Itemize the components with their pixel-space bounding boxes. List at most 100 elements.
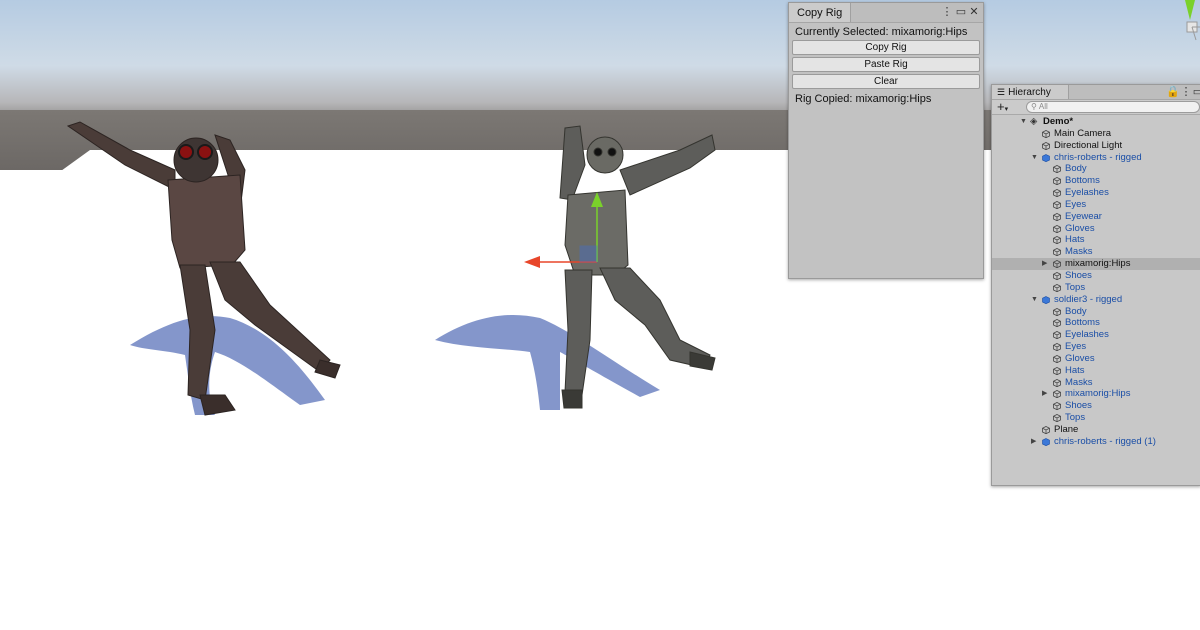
tree-item-label: Body: [1065, 305, 1087, 317]
tree-item[interactable]: Main Camera: [992, 128, 1200, 140]
tree-item[interactable]: Body: [992, 163, 1200, 175]
gameobject-cube-icon: [1053, 343, 1061, 352]
tree-item[interactable]: Eyelashes: [992, 187, 1200, 199]
gameobject-cube-icon: [1053, 319, 1061, 328]
gameobject-cube-icon: [1053, 414, 1061, 423]
gameobject-cube-icon: [1053, 366, 1061, 375]
tree-item-prefab[interactable]: ▼ chris-roberts - rigged: [992, 152, 1200, 164]
tree-item-label: Plane: [1054, 423, 1079, 435]
expand-arrow-icon[interactable]: ▼: [1020, 116, 1027, 128]
tree-item-label: Directional Light: [1054, 139, 1123, 151]
tree-item-label: Eyewear: [1065, 210, 1102, 222]
tree-item-label: Masks: [1065, 376, 1093, 388]
gameobject-cube-icon: [1053, 260, 1061, 269]
tree-item[interactable]: ▶ mixamorig:Hips: [992, 388, 1200, 400]
tree-item[interactable]: Hats: [992, 234, 1200, 246]
tree-item-label: Bottoms: [1065, 317, 1100, 329]
tree-item-label: Eyes: [1065, 198, 1087, 210]
tree-item-selected[interactable]: ▶ mixamorig:Hips: [992, 258, 1200, 270]
tree-item[interactable]: Bottoms: [992, 175, 1200, 187]
unity-scene-icon: ◈: [1030, 116, 1038, 127]
scene-orientation-gizmo[interactable]: [1160, 0, 1200, 70]
scene-row-demo[interactable]: ▼ ◈ Demo*: [992, 116, 1200, 128]
lock-icon[interactable]: 🔒: [1166, 86, 1180, 98]
tree-item[interactable]: Shoes: [992, 400, 1200, 412]
hierarchy-list-icon: ☰: [997, 87, 1006, 97]
tree-item[interactable]: Masks: [992, 377, 1200, 389]
more-options-icon[interactable]: ⋮: [1180, 86, 1192, 98]
collapse-arrow-icon[interactable]: ▶: [1031, 436, 1036, 448]
tree-item[interactable]: Body: [992, 306, 1200, 318]
gameobject-cube-icon: [1042, 425, 1050, 434]
copy-rig-window[interactable]: Copy Rig ⋮ ▭ ✕ Currently Selected: mixam…: [788, 2, 984, 279]
maximize-icon[interactable]: ▭: [1192, 86, 1200, 98]
tree-item[interactable]: Eyes: [992, 341, 1200, 353]
hierarchy-tree: ▼ ◈ Demo* Main Camera Directional Light …: [992, 115, 1200, 448]
tree-item[interactable]: Shoes: [992, 270, 1200, 282]
copy-rig-titlebar[interactable]: Copy Rig ⋮ ▭ ✕: [789, 3, 983, 23]
gameobject-cube-icon: [1053, 165, 1061, 174]
tree-item-label: Eyes: [1065, 341, 1087, 353]
hierarchy-tab-label: Hierarchy: [1008, 87, 1051, 98]
tree-item-label: Bottoms: [1065, 175, 1100, 187]
gameobject-cube-icon: [1053, 236, 1061, 245]
gameobject-cube-icon: [1053, 283, 1061, 292]
tree-item-label: Shoes: [1065, 400, 1092, 412]
tree-item[interactable]: Eyelashes: [992, 329, 1200, 341]
gameobject-cube-icon: [1053, 354, 1061, 363]
tree-item[interactable]: Gloves: [992, 223, 1200, 235]
tree-item-label: chris-roberts - rigged: [1054, 151, 1142, 163]
tree-item-prefab[interactable]: ▶ chris-roberts - rigged (1): [992, 436, 1200, 448]
hierarchy-titlebar[interactable]: ☰ Hierarchy 🔒 ⋮ ▭: [992, 85, 1200, 100]
gameobject-cube-icon: [1042, 141, 1050, 150]
copy-rig-tab[interactable]: Copy Rig: [789, 3, 852, 22]
tree-item-label: mixamorig:Hips: [1065, 258, 1131, 270]
tree-item[interactable]: Eyewear: [992, 211, 1200, 223]
tree-item-label: Hats: [1065, 234, 1085, 246]
tree-item-label: Eyelashes: [1065, 187, 1109, 199]
collapse-arrow-icon[interactable]: ▶: [1042, 258, 1047, 270]
tree-item-label: Tops: [1065, 281, 1086, 293]
tree-item[interactable]: Tops: [992, 282, 1200, 294]
collapse-arrow-icon[interactable]: ▶: [1042, 388, 1047, 400]
tree-item-label: soldier3 - rigged: [1054, 293, 1123, 305]
tree-item-label: Body: [1065, 163, 1087, 175]
tree-item[interactable]: Directional Light: [992, 140, 1200, 152]
paste-rig-button[interactable]: Paste Rig: [792, 57, 980, 72]
currently-selected-label: Currently Selected: mixamorig:Hips: [795, 26, 968, 38]
tree-item-label: Tops: [1065, 412, 1086, 424]
clear-button[interactable]: Clear: [792, 74, 980, 89]
expand-arrow-icon[interactable]: ▼: [1031, 152, 1038, 164]
gameobject-cube-icon: [1053, 248, 1061, 257]
gameobject-cube-icon: [1053, 200, 1061, 209]
gameobject-cube-icon: [1053, 224, 1061, 233]
prefab-cube-icon: [1042, 153, 1050, 162]
create-add-icon[interactable]: +▾: [997, 100, 1008, 116]
tree-item[interactable]: Gloves: [992, 353, 1200, 365]
tree-item-label: Gloves: [1065, 352, 1095, 364]
prefab-cube-icon: [1042, 295, 1050, 304]
hierarchy-search-input[interactable]: ⚲ All: [1026, 101, 1200, 113]
tree-item[interactable]: Plane: [992, 424, 1200, 436]
expand-arrow-icon[interactable]: ▼: [1031, 294, 1038, 306]
hierarchy-tab[interactable]: ☰ Hierarchy: [992, 85, 1069, 99]
hierarchy-window[interactable]: ☰ Hierarchy 🔒 ⋮ ▭ +▾ ⚲ All ▼ ◈ Demo* Main …: [991, 84, 1200, 486]
tree-item[interactable]: Bottoms: [992, 317, 1200, 329]
tree-item[interactable]: Eyes: [992, 199, 1200, 211]
gameobject-cube-icon: [1053, 390, 1061, 399]
gameobject-cube-icon: [1053, 189, 1061, 198]
tree-item-label: Shoes: [1065, 269, 1092, 281]
copy-rig-button[interactable]: Copy Rig: [792, 40, 980, 55]
tree-item[interactable]: Tops: [992, 412, 1200, 424]
gameobject-cube-icon: [1053, 307, 1061, 316]
gameobject-cube-icon: [1053, 212, 1061, 221]
tree-item-prefab[interactable]: ▼ soldier3 - rigged: [992, 294, 1200, 306]
tree-item[interactable]: Hats: [992, 365, 1200, 377]
prefab-cube-icon: [1042, 437, 1050, 446]
rig-copied-status: Rig Copied: mixamorig:Hips: [795, 93, 932, 105]
close-icon[interactable]: ✕: [968, 6, 980, 18]
gameobject-cube-icon: [1053, 331, 1061, 340]
more-options-icon[interactable]: ⋮: [941, 6, 953, 18]
maximize-icon[interactable]: ▭: [955, 6, 967, 18]
tree-item[interactable]: Masks: [992, 246, 1200, 258]
